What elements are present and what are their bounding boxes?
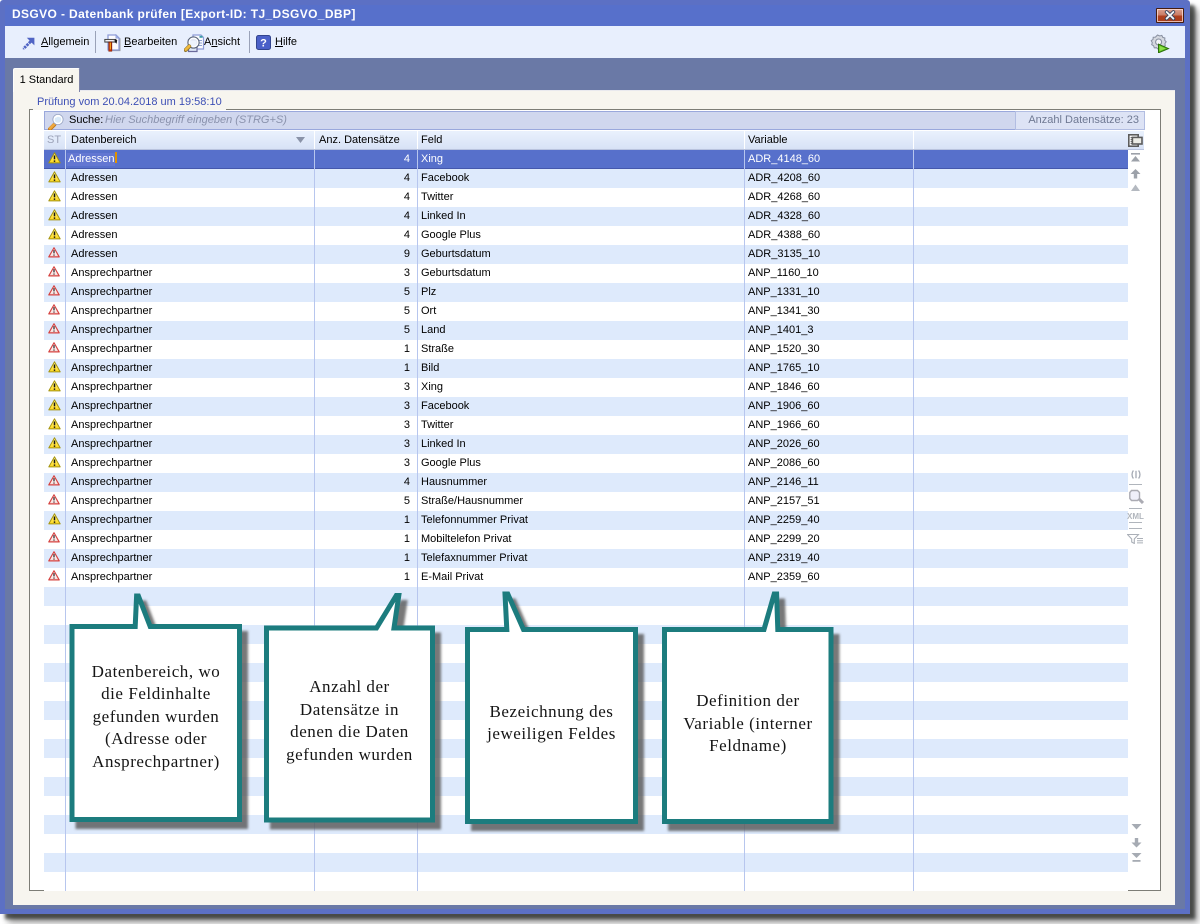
svg-text:?: ? [260,38,267,50]
